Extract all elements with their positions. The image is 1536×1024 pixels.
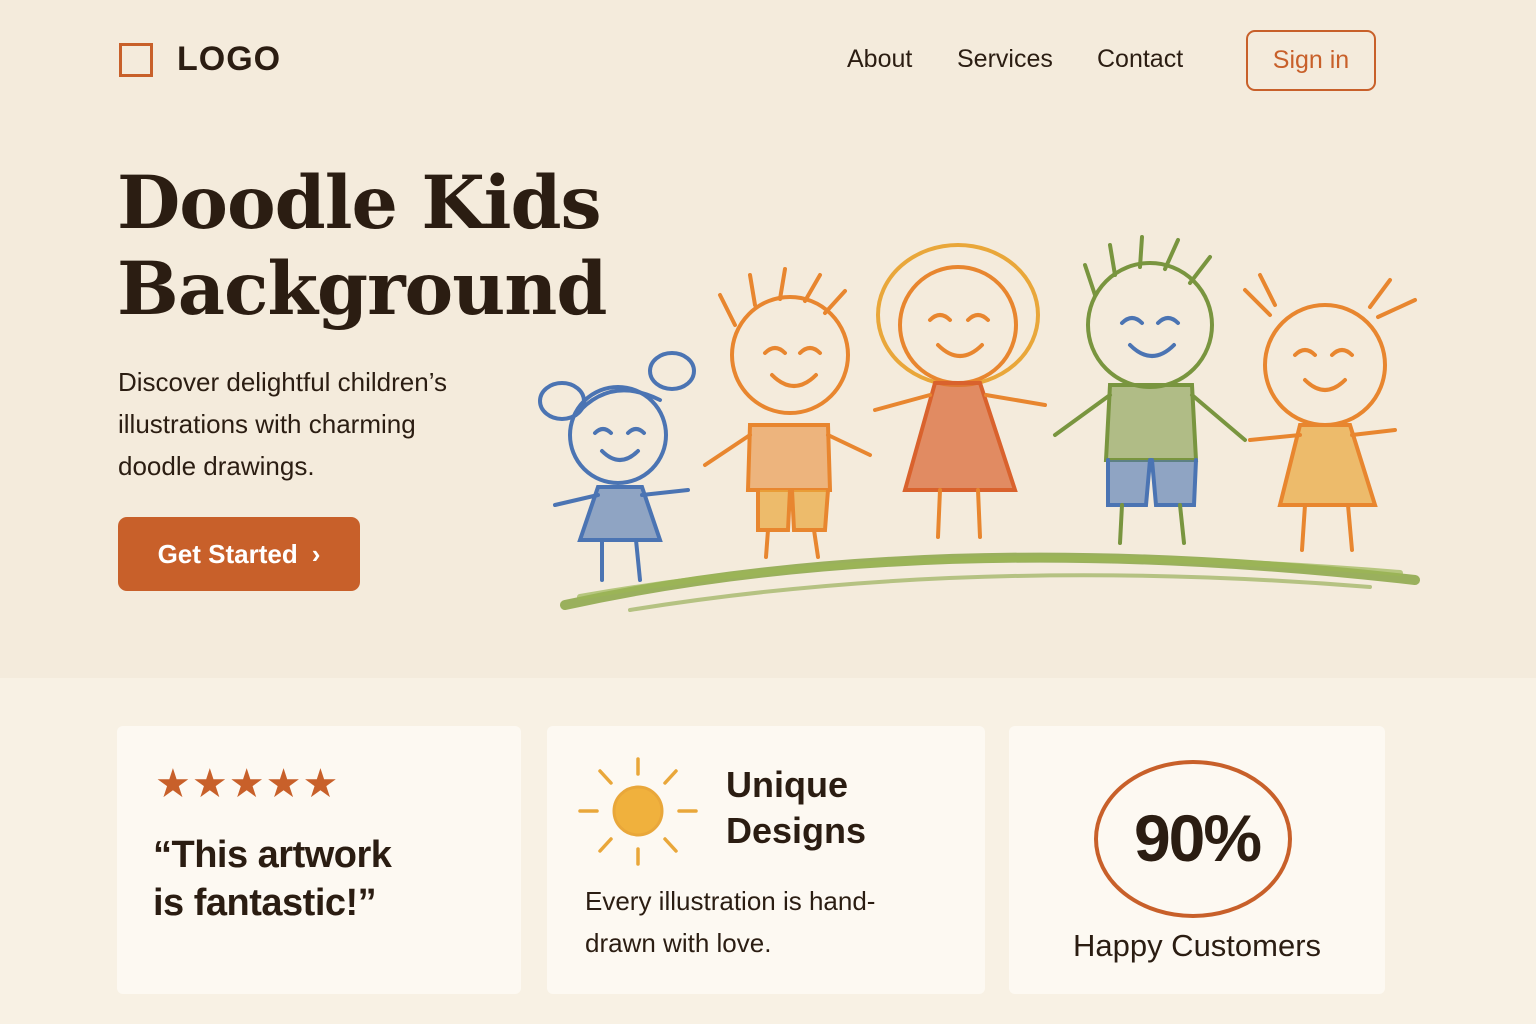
feature-title-line1: Unique: [726, 764, 848, 805]
kid-blue: [538, 351, 696, 582]
star-icon: ★: [228, 762, 265, 806]
star-icon: ★: [265, 762, 302, 806]
logo-square-icon: [119, 42, 153, 77]
star-icon: ★: [302, 762, 339, 806]
sign-in-button[interactable]: Sign in: [1246, 30, 1376, 91]
star-icon: ★: [155, 762, 191, 806]
logo[interactable]: LOGO: [119, 40, 281, 79]
logo-text: LOGO: [177, 40, 282, 78]
nav-contact[interactable]: Contact: [1097, 45, 1183, 74]
sun-icon: [578, 757, 698, 866]
chevron-right-icon: ›: [311, 538, 321, 569]
stat-value: 90%: [1133, 801, 1262, 875]
testimonial-quote: “This artwork is fantastic!”: [153, 831, 483, 927]
kid-yellow: [1243, 273, 1417, 552]
stat-label: Happy Customers: [1072, 928, 1322, 963]
get-started-label: Get Started: [157, 538, 298, 569]
star-icon: ★: [191, 762, 228, 806]
feature-card: Unique Designs Every illustration is han…: [547, 726, 985, 994]
kid-green: [1053, 235, 1247, 545]
sign-in-label: Sign in: [1272, 46, 1350, 74]
nav-about[interactable]: About: [847, 45, 912, 74]
feature-body: Every illustration is hand-drawn with lo…: [585, 886, 876, 958]
hero-subtitle: Discover delightful children’s illustrat…: [118, 367, 448, 481]
quote-line1: “This artwork: [153, 834, 392, 876]
feature-title-line2: Designs: [726, 810, 867, 851]
get-started-button[interactable]: Get Started ›: [118, 517, 360, 591]
kid-orange: [703, 267, 872, 559]
kids-illustration: [538, 235, 1420, 612]
stat-card: 90% Happy Customers: [1009, 726, 1385, 994]
nav-services[interactable]: Services: [957, 45, 1053, 74]
kid-red: [873, 243, 1047, 539]
testimonial-card: ★ ★ ★ ★ ★ “This artwork is fantastic!”: [117, 726, 521, 994]
quote-line2: is fantastic!”: [153, 882, 377, 924]
rating-stars: ★ ★ ★ ★ ★: [155, 764, 339, 804]
feature-title: Unique Designs: [726, 762, 926, 854]
